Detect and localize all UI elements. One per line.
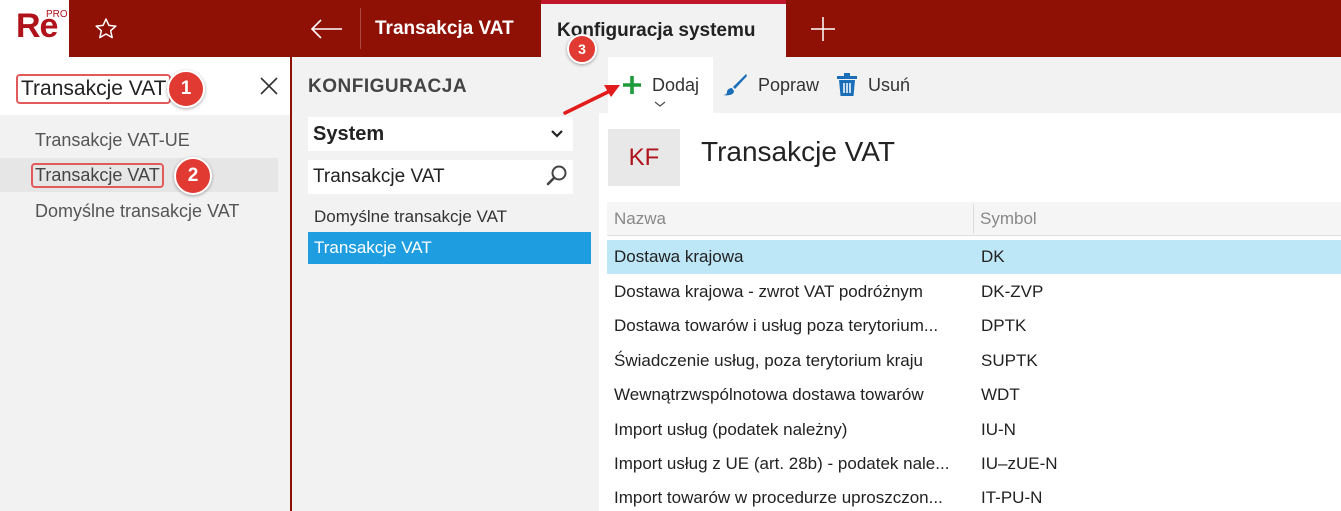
- cell-symbol: IU–zUE-N: [981, 454, 1058, 473]
- cell-symbol: SUPTK: [981, 351, 1038, 370]
- favorites-star-icon[interactable]: [86, 10, 126, 48]
- chevron-down-icon: [551, 130, 563, 138]
- config-title: KONFIGURACJA: [308, 76, 468, 97]
- cell-symbol: DPTK: [981, 316, 1027, 335]
- module-badge: KF: [608, 129, 680, 186]
- cell-name: Wewnątrzwspólnotowa dostawa towarów: [614, 385, 924, 404]
- table-row[interactable]: Dostawa krajowa - zwrot VAT podróżnym DK…: [607, 275, 1341, 309]
- cell-name: Import usług (podatek należny): [614, 420, 848, 439]
- tab-transakcja-vat[interactable]: Transakcja VAT: [361, 0, 541, 57]
- cell-name: Świadczenie usług, poza terytorium kraju: [614, 351, 923, 370]
- page-title: Transakcje VAT: [701, 136, 895, 167]
- config-item-domyslne-transakcje-vat[interactable]: Domyślne transakcje VAT: [308, 201, 591, 233]
- config-item-transakcje-vat[interactable]: Transakcje VAT: [308, 232, 591, 264]
- delete-button[interactable]: Usuń: [836, 57, 926, 113]
- table-row[interactable]: Dostawa krajowa DK: [607, 240, 1341, 274]
- search-icon[interactable]: [545, 164, 569, 188]
- cell-name: Dostawa krajowa: [614, 247, 744, 266]
- cell-name: Import towarów w procedurze uproszczon..…: [614, 488, 943, 507]
- table-header: Nazwa Symbol: [607, 202, 1341, 236]
- brush-edit-icon: [723, 74, 747, 96]
- edit-button[interactable]: Popraw: [722, 57, 827, 113]
- table-row[interactable]: Import towarów w procedurze uproszczon..…: [607, 481, 1341, 511]
- menu-search-input[interactable]: Transakcje VAT: [16, 74, 172, 104]
- table-row[interactable]: Świadczenie usług, poza terytorium kraju…: [607, 344, 1341, 378]
- step-callout-2: 2: [174, 157, 212, 195]
- menu-item-transakcje-vat-ue[interactable]: Transakcje VAT-UE: [0, 123, 278, 157]
- step-callout-3: 3: [567, 34, 597, 64]
- menu-item-domyslne-transakcje-vat[interactable]: Domyślne transakcje VAT: [0, 194, 278, 228]
- config-category-select[interactable]: System: [308, 117, 573, 151]
- table-row[interactable]: Wewnątrzwspólnotowa dostawa towarów WDT: [607, 378, 1341, 412]
- column-header-symbol[interactable]: Symbol: [973, 202, 1037, 236]
- app-logo[interactable]: Re PRO: [0, 0, 69, 57]
- logo-superscript: PRO: [46, 9, 68, 20]
- delete-button-label: Usuń: [868, 74, 911, 95]
- cell-symbol: WDT: [981, 385, 1020, 404]
- clear-search-close-icon[interactable]: [255, 72, 283, 100]
- cell-symbol: DK-ZVP: [981, 282, 1044, 301]
- pointer-arrow-icon: [563, 85, 620, 115]
- add-button-label: Dodaj: [652, 74, 700, 95]
- cell-name: Import usług z UE (art. 28b) - podatek n…: [614, 454, 950, 473]
- cell-name: Dostawa towarów i usług poza terytorium.…: [614, 316, 939, 335]
- table-row[interactable]: Import usług z UE (art. 28b) - podatek n…: [607, 447, 1341, 481]
- menu-item-transakcje-vat[interactable]: Transakcje VAT: [0, 158, 278, 192]
- table-row[interactable]: Dostawa towarów i usług poza terytorium.…: [607, 309, 1341, 343]
- add-dropdown-chevron-icon[interactable]: [653, 99, 667, 109]
- table-row[interactable]: Import usług (podatek należny) IU-N: [607, 413, 1341, 447]
- menu-item-label: Transakcje VAT: [31, 162, 164, 188]
- config-search-field[interactable]: Transakcje VAT: [308, 160, 573, 194]
- column-header-nazwa[interactable]: Nazwa: [607, 202, 666, 236]
- cell-symbol: DK: [981, 247, 1005, 266]
- trash-icon: [837, 73, 857, 96]
- menu-item-label: Domyślne transakcje VAT: [35, 200, 240, 221]
- back-arrow-icon[interactable]: [301, 9, 351, 49]
- config-search-input[interactable]: Transakcje VAT: [313, 166, 445, 188]
- cell-symbol: IU-N: [981, 420, 1016, 439]
- add-tab-plus-icon[interactable]: [800, 9, 846, 49]
- edit-button-label: Popraw: [758, 74, 820, 95]
- cell-symbol: IT-PU-N: [981, 488, 1043, 507]
- step-callout-1: 1: [167, 70, 205, 108]
- cell-name: Dostawa krajowa - zwrot VAT podróżnym: [614, 282, 923, 301]
- config-select-value: System: [313, 122, 385, 145]
- menu-item-label: Transakcje VAT-UE: [35, 129, 190, 150]
